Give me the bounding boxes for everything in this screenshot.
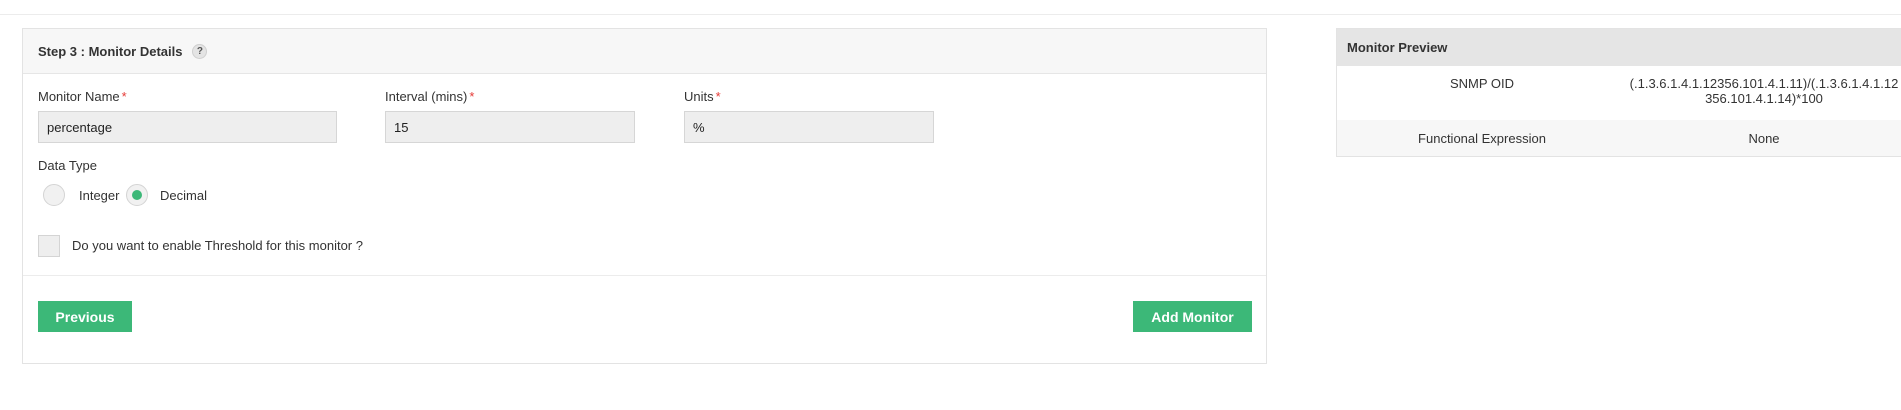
previous-button[interactable]: Previous xyxy=(38,301,132,332)
preview-value: None xyxy=(1748,130,1780,146)
data-type-label: Data Type xyxy=(38,158,98,173)
monitor-preview-panel: Monitor Preview SNMP OID (.1.3.6.1.4.1.1… xyxy=(1336,28,1901,157)
interval-label: Interval (mins) * xyxy=(385,89,475,104)
threshold-checkbox[interactable] xyxy=(38,235,60,257)
panel-header: Step 3 : Monitor Details ? xyxy=(23,29,1266,74)
decimal-radio[interactable] xyxy=(126,184,148,206)
required-mark: * xyxy=(715,89,721,104)
preview-row-snmp-oid: SNMP OID (.1.3.6.1.4.1.12356.101.4.1.11)… xyxy=(1337,66,1901,120)
preview-row-functional-expression: Functional Expression None xyxy=(1337,120,1901,156)
monitor-details-panel: Step 3 : Monitor Details ? Monitor Name *… xyxy=(22,28,1267,364)
monitor-name-label: Monitor Name * xyxy=(38,89,127,104)
monitor-preview-title: Monitor Preview xyxy=(1337,29,1901,66)
required-mark: * xyxy=(121,89,127,104)
preview-value: (.1.3.6.1.4.1.12356.101.4.1.11)/(.1.3.6.… xyxy=(1629,76,1899,106)
integer-radio[interactable] xyxy=(43,184,65,206)
required-mark: * xyxy=(469,89,475,104)
units-label: Units * xyxy=(684,89,721,104)
units-input[interactable] xyxy=(684,111,934,143)
section-divider xyxy=(23,275,1266,276)
step-title: Step 3 : Monitor Details xyxy=(38,43,183,59)
add-monitor-button[interactable]: Add Monitor xyxy=(1133,301,1252,332)
decimal-radio-label[interactable]: Decimal xyxy=(160,188,207,203)
threshold-checkbox-label[interactable]: Do you want to enable Threshold for this… xyxy=(72,238,363,253)
top-divider xyxy=(0,14,1901,15)
preview-key: Functional Expression xyxy=(1418,130,1546,146)
integer-radio-label[interactable]: Integer xyxy=(79,188,119,203)
monitor-name-input[interactable] xyxy=(38,111,337,143)
preview-key: SNMP OID xyxy=(1449,76,1515,91)
interval-input[interactable] xyxy=(385,111,635,143)
help-icon[interactable]: ? xyxy=(192,43,208,59)
